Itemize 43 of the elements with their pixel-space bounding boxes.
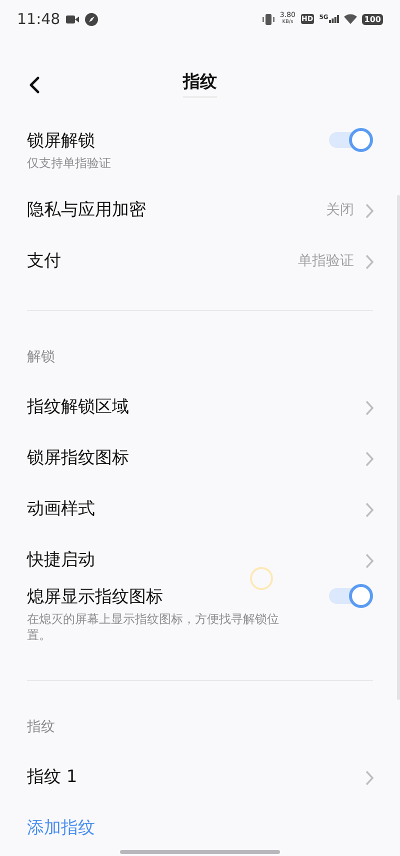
setting-description: 仅支持单指验证	[27, 155, 111, 171]
back-icon[interactable]	[28, 76, 40, 94]
wifi-icon	[344, 14, 358, 24]
toggle-switch[interactable]	[329, 127, 373, 153]
settings-row[interactable]: 快捷启动	[0, 535, 400, 586]
setting-value: 关闭	[326, 201, 354, 220]
settings-row[interactable]: 熄屏显示指纹图标 在熄灭的屏幕上显示指纹图标，方便找寻解锁位置。	[0, 586, 400, 657]
setting-title: 快捷启动	[27, 548, 95, 572]
chevron-right-icon	[365, 400, 374, 416]
settings-row[interactable]: 动画样式	[0, 484, 400, 535]
setting-title: 支付	[27, 250, 61, 273]
vibrate-icon	[262, 14, 275, 24]
setting-title: 指纹 1	[27, 766, 78, 789]
chevron-right-icon	[365, 770, 374, 786]
setting-title: 指纹解锁区域	[27, 396, 129, 419]
compass-icon	[85, 12, 98, 26]
settings-row[interactable]: 支付 单指验证	[0, 236, 400, 287]
setting-title: 动画样式	[27, 498, 95, 521]
setting-title: 锁屏指纹图标	[27, 446, 129, 470]
setting-title: 锁屏解锁	[27, 130, 96, 152]
settings-row[interactable]: 指纹解锁区域	[0, 382, 400, 433]
touch-indicator-icon	[250, 567, 273, 590]
section-header: 指纹	[27, 718, 55, 737]
settings-row[interactable]: 锁屏指纹图标	[0, 433, 400, 484]
battery-icon: 100	[362, 14, 383, 24]
chevron-right-icon	[365, 502, 374, 518]
setting-description: 在熄灭的屏幕上显示指纹图标，方便找寻解锁位置。	[27, 611, 280, 643]
setting-title: 熄屏显示指纹图标	[27, 586, 164, 608]
signal-icon	[329, 15, 340, 23]
chevron-right-icon	[365, 202, 374, 218]
settings-row[interactable]: 隐私与应用加密 关闭	[0, 185, 400, 236]
chevron-right-icon	[365, 552, 374, 568]
video-camera-icon	[66, 14, 80, 24]
chevron-right-icon	[365, 450, 374, 466]
settings-row[interactable]: 锁屏解锁 仅支持单指验证	[0, 130, 400, 185]
setting-title: 隐私与应用加密	[27, 198, 146, 222]
setting-value: 单指验证	[298, 252, 354, 271]
section-header: 解锁	[27, 348, 55, 367]
settings-row[interactable]: 指纹 1	[0, 752, 400, 803]
toggle-switch[interactable]	[329, 583, 373, 609]
chevron-right-icon	[365, 254, 374, 270]
page-title: 指纹	[183, 70, 217, 98]
status-time: 11:48	[17, 8, 60, 30]
